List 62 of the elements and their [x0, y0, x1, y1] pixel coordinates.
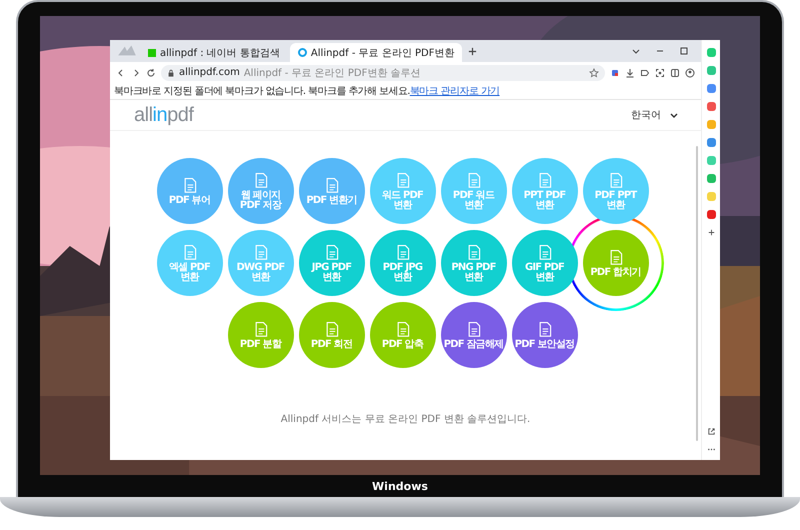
document-icon — [252, 320, 268, 338]
tool-button[interactable]: PDF PPT 변환 — [582, 158, 648, 224]
add-icon[interactable] — [706, 228, 716, 237]
maximize-icon[interactable] — [679, 46, 689, 56]
tool-button[interactable]: PDF JPG 변환 — [370, 230, 436, 296]
tool-button[interactable]: DWG PDF 변환 — [228, 230, 294, 296]
document-icon — [252, 170, 268, 188]
tool-button[interactable]: PDF 잠금해제 — [440, 302, 506, 368]
tool-button[interactable]: PDF 분할 — [228, 302, 294, 368]
profile-icon[interactable] — [685, 68, 695, 78]
tool-button[interactable]: PDF 변환기 — [298, 158, 364, 224]
laptop-label: Windows — [372, 480, 428, 492]
url-text: allinpdf.com — [179, 67, 240, 78]
tool-button[interactable]: 웹 페이지 PDF 저장 — [228, 158, 294, 224]
tool-button[interactable]: 워드 PDF 변환 — [370, 158, 436, 224]
document-icon — [252, 242, 268, 260]
tool-button[interactable]: PDF 압축 — [370, 302, 436, 368]
external-link-icon[interactable] — [706, 427, 716, 436]
address-field[interactable]: allinpdf.com Allinpdf - 무료 온라인 PDF변환 솔루션 — [161, 64, 605, 80]
download-icon[interactable] — [625, 68, 635, 78]
document-icon — [536, 320, 552, 338]
document-icon — [608, 170, 624, 188]
document-icon — [466, 320, 482, 338]
document-icon — [324, 320, 340, 338]
capture-icon[interactable] — [655, 68, 665, 78]
tool-button[interactable]: JPG PDF 변환 — [298, 230, 364, 296]
document-icon — [182, 242, 198, 260]
footer-text: Allinpdf 서비스는 무료 온라인 PDF 변환 솔루션입니다. — [280, 413, 532, 426]
document-icon — [608, 248, 624, 266]
bookmark-message: 북마크바로 지정된 폴더에 북마크가 없습니다. 북마크를 추가해 보세요. — [114, 85, 410, 98]
browser-tab[interactable]: allinpdf : 네이버 통합검색 — [140, 43, 288, 62]
document-icon — [394, 242, 410, 260]
tool-button[interactable]: GIF PDF 변환 — [512, 230, 578, 296]
reload-icon[interactable] — [146, 68, 156, 78]
document-icon — [394, 170, 410, 188]
bookmark-manager-link[interactable]: 북마크 관리자로 가기 — [410, 84, 500, 98]
document-icon — [324, 242, 340, 260]
tool-button[interactable]: 엑셀 PDF 변환 — [156, 230, 222, 296]
document-icon — [466, 242, 482, 260]
document-icon — [324, 176, 340, 194]
sidebar-icon[interactable] — [670, 68, 680, 78]
tool-button[interactable]: PDF 회전 — [298, 302, 364, 368]
document-icon — [536, 170, 552, 188]
tool-button[interactable]: PDF 워드 변환 — [440, 158, 506, 224]
document-icon — [394, 320, 410, 338]
language-dropdown[interactable]: 한국어 — [631, 108, 679, 122]
tool-button[interactable]: PDF 보안설정 — [512, 302, 578, 368]
page-title-text: Allinpdf - 무료 온라인 PDF변환 솔루션 — [244, 66, 421, 80]
extension-icon[interactable] — [610, 68, 620, 78]
document-icon — [182, 176, 198, 194]
scrollbar[interactable] — [696, 146, 698, 441]
tool-button[interactable]: PNG PDF 변환 — [440, 230, 506, 296]
tool-button[interactable]: PDF 뷰어 — [156, 158, 222, 224]
browser-tab[interactable]: Allinpdf - 무료 온라인 PDF변환 — [290, 43, 462, 62]
lock-icon — [167, 68, 175, 76]
document-icon — [466, 170, 482, 188]
tool-button[interactable]: PPT PDF 변환 — [512, 158, 578, 224]
tag-icon[interactable] — [640, 68, 650, 78]
star-icon[interactable] — [589, 68, 599, 78]
logo[interactable]: allinpdf — [134, 104, 194, 126]
document-icon — [536, 242, 552, 260]
new-tab-icon[interactable] — [468, 46, 478, 56]
